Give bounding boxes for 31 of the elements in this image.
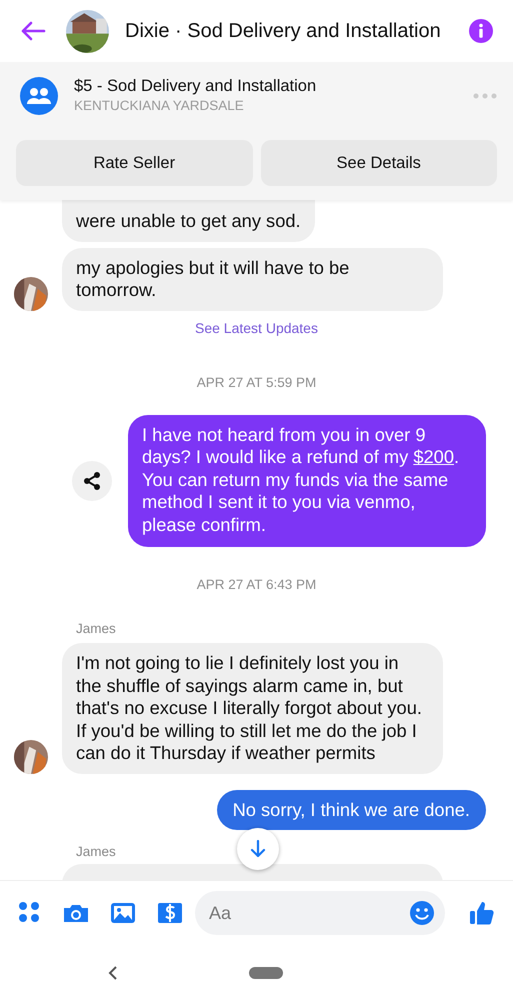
message-bubble: were unable to get any sod. bbox=[62, 200, 315, 242]
image-icon[interactable] bbox=[110, 901, 136, 925]
message-bubble: I'm not going to lie I definitely lost you in the shuffle of sayings alarm came in, but that's no excuse I literally forgot about you. If you'd be willing to still let me do the job I can do it Thursday if weather permits bbox=[62, 643, 443, 774]
share-icon bbox=[82, 470, 102, 491]
scroll-down-button[interactable] bbox=[237, 828, 279, 870]
message-bubble: I have not heard from you in over 9 days? I would like a refund of my $200. You can return my funds via the same method I sent it to you via venmo, please confirm. bbox=[128, 414, 486, 547]
emoji-icon[interactable] bbox=[409, 900, 435, 926]
payment-icon[interactable] bbox=[157, 901, 183, 925]
arrow-down-icon bbox=[250, 840, 266, 858]
listing-title: $5 - Sod Delivery and Installation bbox=[74, 76, 318, 96]
back-icon[interactable] bbox=[20, 21, 46, 41]
message-bubble: No sorry, I think we are done. bbox=[216, 790, 486, 830]
message-field[interactable]: Aa bbox=[195, 891, 445, 935]
listing-button[interactable]: Rate Seller bbox=[16, 140, 252, 186]
message-bubble: my apologies but it will have to be tomorrow. bbox=[62, 248, 443, 310]
listing-button[interactable]: See Details bbox=[260, 140, 497, 186]
timestamp: APR 27 AT 6:43 PM bbox=[196, 577, 316, 592]
info-icon[interactable] bbox=[469, 19, 493, 43]
sender-name: James bbox=[76, 844, 116, 859]
price-link[interactable]: $200 bbox=[413, 446, 454, 467]
thumbs-up-icon[interactable] bbox=[469, 900, 495, 926]
updates-link[interactable]: See Latest Updates bbox=[195, 320, 318, 336]
window-title: Dixie · Sod Delivery and Installation bbox=[125, 19, 442, 44]
apps-icon[interactable] bbox=[18, 901, 42, 925]
share-button[interactable] bbox=[72, 460, 112, 501]
group-name: KENTUCKIANA YARDSALE bbox=[74, 97, 245, 115]
home-button[interactable] bbox=[249, 966, 283, 978]
sender-name: James bbox=[76, 621, 116, 636]
group-icon bbox=[20, 77, 58, 116]
back-icon[interactable] bbox=[108, 966, 118, 980]
timestamp: APR 27 AT 5:59 PM bbox=[196, 374, 316, 390]
